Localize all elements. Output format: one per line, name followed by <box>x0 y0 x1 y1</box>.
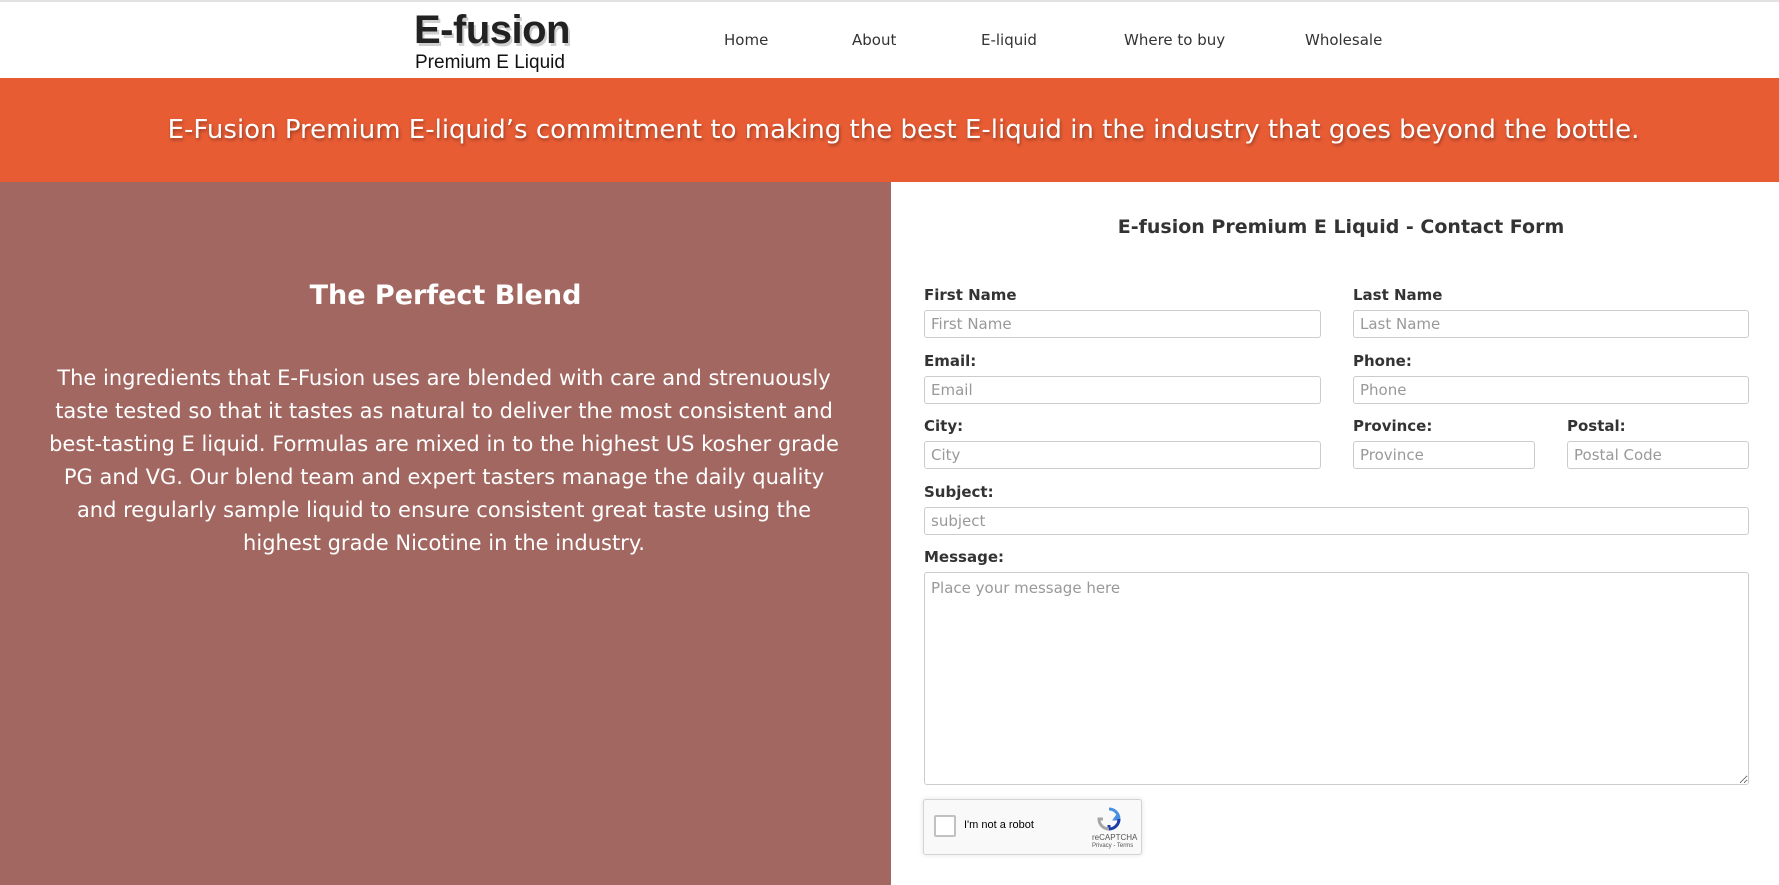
city-label: City: <box>924 417 964 435</box>
contact-form: E-fusion Premium E Liquid - Contact Form… <box>891 182 1779 885</box>
last-name-input[interactable] <box>1353 310 1749 338</box>
message-label: Message: <box>924 548 1004 566</box>
province-label: Province: <box>1353 417 1433 435</box>
nav-home[interactable]: Home <box>724 31 768 49</box>
hero-banner: E-Fusion Premium E-liquid’s commitment t… <box>0 78 1779 182</box>
subject-input[interactable] <box>924 507 1749 535</box>
email-label: Email: <box>924 352 977 370</box>
recaptcha-label: I'm not a robot <box>964 819 1034 831</box>
city-input[interactable] <box>924 441 1321 469</box>
recaptcha-icon <box>1097 807 1121 831</box>
phone-input[interactable] <box>1353 376 1749 404</box>
email-input[interactable] <box>924 376 1321 404</box>
blend-panel: The Perfect Blend The ingredients that E… <box>0 182 891 885</box>
recaptcha-links[interactable]: Privacy - Terms <box>1092 843 1133 849</box>
nav-about[interactable]: About <box>852 31 896 49</box>
main-nav: Home About E-liquid Where to buy Wholesa… <box>0 2 1779 80</box>
site-header: E-fusion Premium E Liquid Home About E-l… <box>0 0 1779 78</box>
blend-title: The Perfect Blend <box>309 280 582 311</box>
recaptcha-checkbox[interactable] <box>934 815 956 837</box>
postal-code-input[interactable] <box>1567 441 1749 469</box>
nav-where-to-buy[interactable]: Where to buy <box>1124 31 1225 49</box>
recaptcha-widget: I'm not a robot reCAPTCHA Privacy - Term… <box>923 799 1142 855</box>
blend-description: The ingredients that E-Fusion uses are b… <box>49 366 839 555</box>
subject-label: Subject: <box>924 483 994 501</box>
province-input[interactable] <box>1353 441 1535 469</box>
first-name-input[interactable] <box>924 310 1321 338</box>
phone-label: Phone: <box>1353 352 1412 370</box>
postal-label: Postal: <box>1567 417 1626 435</box>
banner-text: E-Fusion Premium E-liquid’s commitment t… <box>167 115 1640 145</box>
form-title: E-fusion Premium E Liquid - Contact Form <box>1117 216 1565 238</box>
nav-wholesale[interactable]: Wholesale <box>1305 31 1382 49</box>
first-name-label: First Name <box>924 286 1017 304</box>
recaptcha-brand: reCAPTCHA <box>1092 833 1138 842</box>
message-textarea[interactable] <box>924 572 1749 785</box>
last-name-label: Last Name <box>1353 286 1443 304</box>
nav-e-liquid[interactable]: E-liquid <box>981 31 1037 49</box>
